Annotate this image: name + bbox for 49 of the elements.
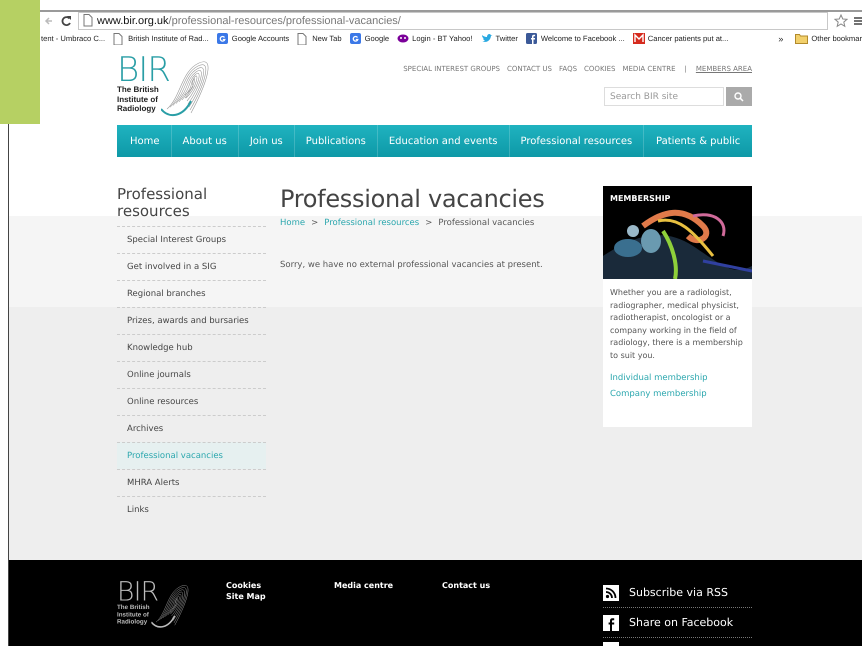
sidebar-item[interactable]: Special Interest Groups xyxy=(117,226,266,253)
menu-icon[interactable] xyxy=(854,16,862,26)
rss-icon xyxy=(603,584,619,600)
search-field[interactable]: Search BIR site xyxy=(604,87,724,106)
facebook-icon xyxy=(603,614,619,630)
page-icon xyxy=(297,32,310,44)
search-icon xyxy=(734,92,744,102)
google-icon xyxy=(350,32,362,44)
back-icon[interactable] xyxy=(44,16,54,26)
sidebar-item[interactable]: Regional branches xyxy=(117,280,266,307)
footer-link[interactable]: Cookies xyxy=(226,580,334,591)
sidebar-item[interactable]: Online resources xyxy=(117,388,266,415)
share-link[interactable]: Share on Facebook xyxy=(603,608,752,638)
breadcrumb-separator: > xyxy=(425,218,432,228)
breadcrumb-separator: > xyxy=(311,218,318,228)
reload-icon[interactable] xyxy=(60,14,72,26)
card-title: MEMBERSHIP xyxy=(610,194,670,203)
sidebar-item[interactable]: Prizes, awards and bursaries xyxy=(117,307,266,334)
facebook-icon xyxy=(526,32,538,44)
url-host: www.bir.org.uk xyxy=(97,14,169,26)
sidebar-item[interactable]: Get involved in a SIG xyxy=(117,253,266,280)
page-icon xyxy=(113,32,126,44)
search-button[interactable] xyxy=(726,87,752,106)
logo-mark[interactable]: BIR xyxy=(117,580,176,604)
sidebar-item[interactable]: Online journals xyxy=(117,361,266,388)
card-text: Whether you are a radiologist, radiographer, medical physicist, radiotherapist, oncologist or a company working in the field of radiology, there is a membership to suit you. xyxy=(609,287,744,362)
sidebar-item[interactable]: Knowledge hub xyxy=(117,334,266,361)
footer-link[interactable]: Contact us xyxy=(442,580,550,591)
address-bar[interactable]: www.bir.org.uk/professional-resources/professional-vacancies/ xyxy=(78,12,828,30)
folder-icon xyxy=(795,33,808,44)
url-path: /professional-resources/professional-vacancies/ xyxy=(168,14,401,26)
page-title: Professional vacancies xyxy=(280,186,546,212)
star-icon[interactable] xyxy=(834,14,848,28)
page-icon xyxy=(83,14,93,27)
logo-subtitle: Institute of xyxy=(117,94,159,104)
share-link[interactable]: Subscribe via RSS xyxy=(603,578,752,608)
google-icon xyxy=(216,32,229,44)
m-icon xyxy=(632,32,645,44)
logo-subtitle: Radiology xyxy=(117,104,157,114)
sidebar-title: Professional resources xyxy=(117,186,208,222)
sidebar-item[interactable]: Links xyxy=(117,496,266,523)
footer-link[interactable]: Site Map xyxy=(226,591,334,602)
message-text: Sorry, we have no external professional vacancies at present. xyxy=(280,260,544,270)
footer-link[interactable]: Media centre xyxy=(334,580,442,591)
logo-subtitle: The British xyxy=(117,85,160,94)
sidebar-item[interactable]: MHRA Alerts xyxy=(117,469,266,496)
overflow-chevron[interactable]: » xyxy=(778,34,784,44)
bird-icon xyxy=(480,32,492,44)
breadcrumb-current: Professional vacancies xyxy=(438,218,534,228)
